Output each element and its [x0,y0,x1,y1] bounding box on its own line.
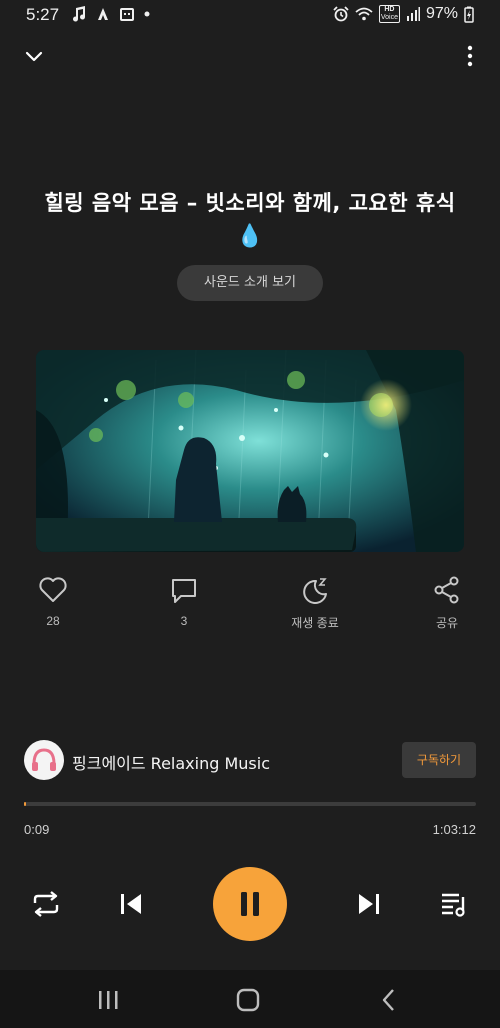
skip-previous-icon[interactable] [118,891,144,917]
previous-button[interactable] [109,882,153,926]
recent-apps-icon[interactable] [96,989,120,1011]
recent-apps-button[interactable] [93,985,123,1015]
repeat-button[interactable] [24,882,68,926]
progress-bar[interactable] [24,802,476,806]
calendar-icon [120,8,134,21]
music-note-icon [73,6,86,22]
comment-icon[interactable] [169,576,199,604]
channel-avatar[interactable] [24,740,64,780]
chevron-down-icon[interactable] [22,44,46,68]
comment-action[interactable]: 3 [144,576,224,628]
share-label: 공유 [435,616,459,630]
status-bar: 5:27 HD Voice 97% [0,0,500,32]
pause-button[interactable] [213,867,287,941]
like-count: 28 [46,614,60,628]
subscribe-button[interactable]: 구독하기 [402,742,476,778]
album-artwork [36,350,464,552]
comment-count: 3 [180,614,188,628]
progress-fill [24,802,26,806]
voice-label: Voice [380,14,398,21]
signal-icon [406,7,420,21]
wifi-icon [355,7,373,21]
battery-charging-icon [464,6,474,23]
repeat-icon[interactable] [31,890,61,918]
share-icon[interactable] [432,576,462,604]
hd-label: HD [384,6,395,13]
more-vertical-icon[interactable] [464,44,476,68]
sound-intro-button[interactable]: 사운드 소개 보기 [177,265,323,301]
alarm-icon [333,6,349,22]
share-action[interactable]: 공유 [407,576,487,631]
sleep-timer-label: 재생 종료 [291,616,339,630]
hd-voice-badge: HD Voice [378,5,400,23]
home-icon[interactable] [235,988,261,1012]
back-button[interactable] [374,985,404,1015]
next-button[interactable] [347,882,391,926]
sleep-timer-action[interactable]: 재생 종료 [275,576,355,631]
like-action[interactable]: 28 [13,576,93,628]
elapsed-time: 0:09 [24,822,50,837]
notification-icons [72,6,150,22]
skip-next-icon[interactable] [356,891,382,917]
battery-percent: 97% [425,5,458,22]
status-right-icons: HD Voice 97% [333,5,474,23]
track-title: 힐링 음악 모음 – 빗소리와 함께, 고요한 휴식 💧 [20,186,480,254]
playlist-icon[interactable] [439,890,469,918]
moon-sleep-icon[interactable] [300,576,330,604]
forest-rain-illustration [36,350,464,552]
channel-name[interactable]: 핑크에이드 Relaxing Music [72,750,270,774]
droplet-emoji: 💧 [236,224,264,249]
status-time: 5:27 [26,5,60,24]
playlist-button[interactable] [432,882,476,926]
back-icon[interactable] [379,988,399,1012]
heart-icon[interactable] [38,576,68,604]
pause-icon[interactable] [237,890,263,918]
track-title-text: 힐링 음악 모음 – 빗소리와 함께, 고요한 휴식 [44,191,456,215]
headphones-icon [32,748,56,771]
total-time: 1:03:12 [432,822,476,837]
home-button[interactable] [233,985,263,1015]
dot-icon [144,11,150,17]
app-icon [98,8,108,20]
